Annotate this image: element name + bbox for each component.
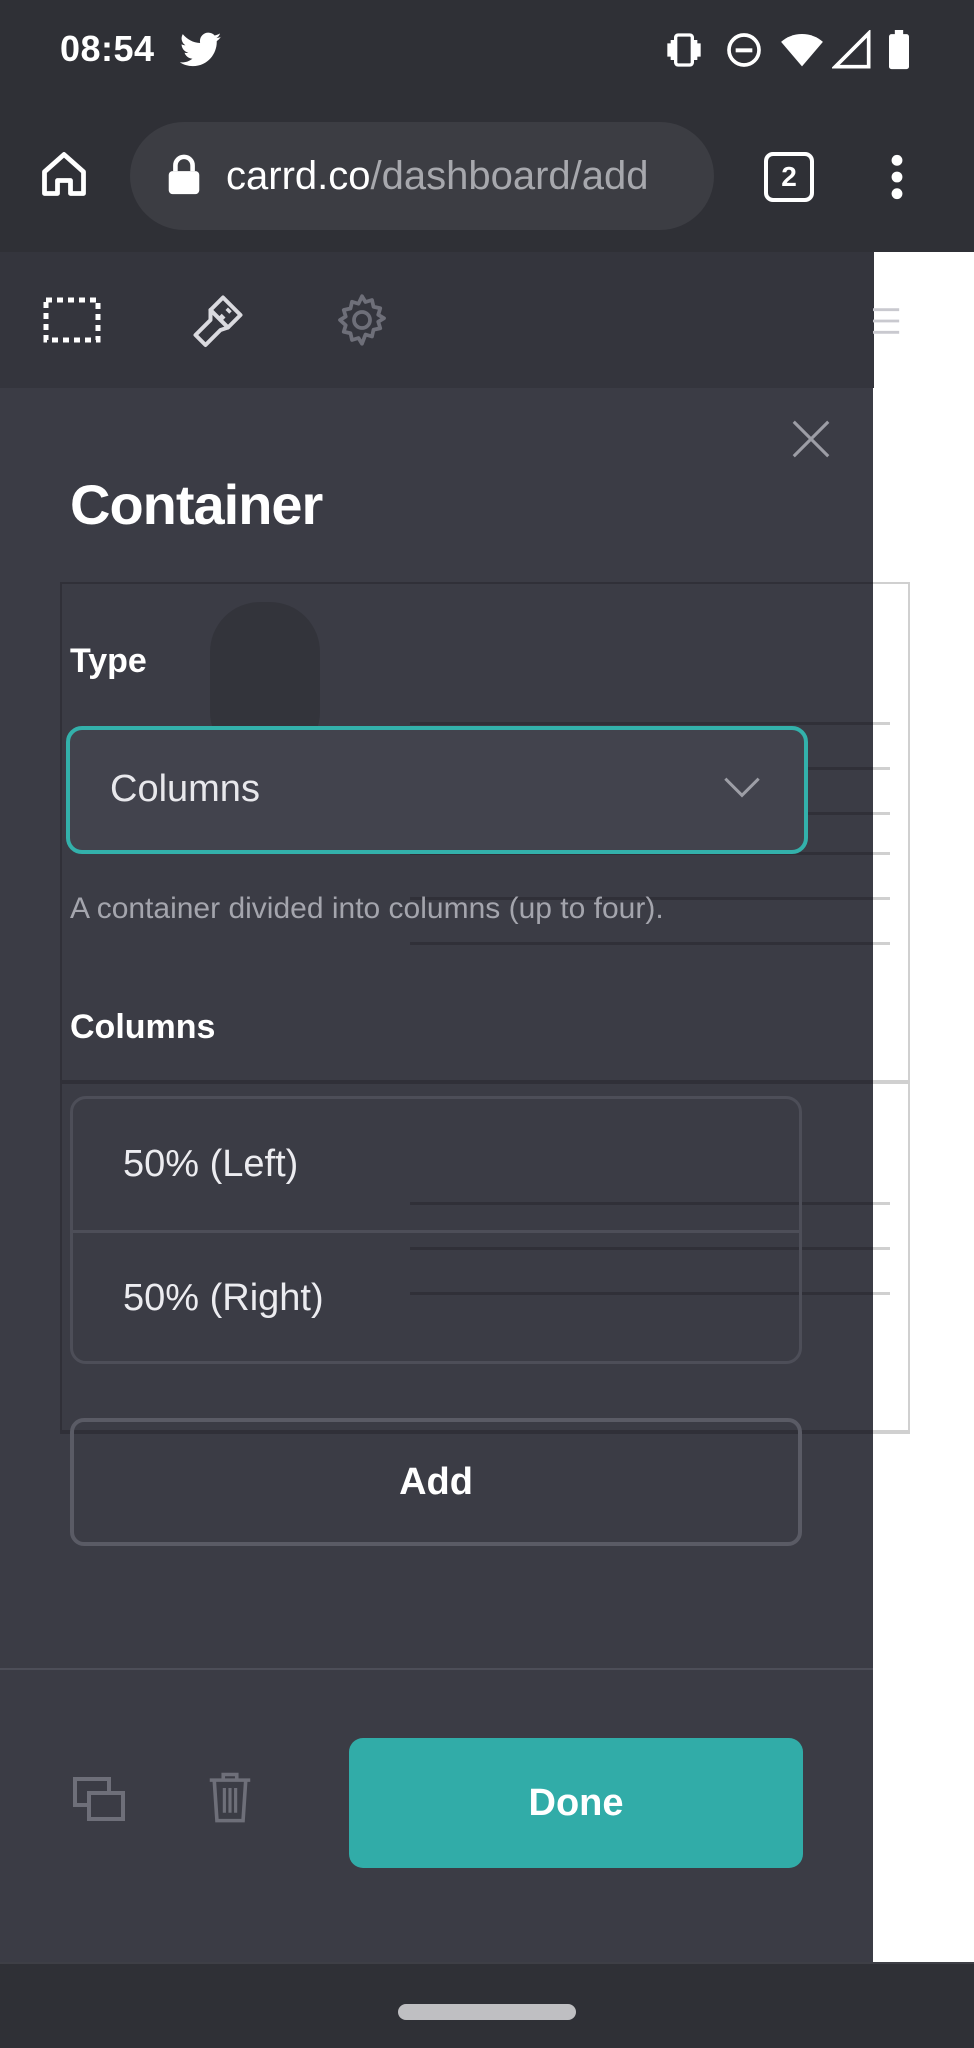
brush-icon <box>193 295 243 347</box>
twitter-icon <box>180 32 222 67</box>
footer-divider <box>0 1668 873 1670</box>
url-bar[interactable]: carrd.co/dashboard/add <box>130 122 714 230</box>
column-item[interactable]: 50% (Right) <box>73 1233 799 1364</box>
type-label: Type <box>70 642 147 680</box>
done-button[interactable]: Done <box>349 1738 803 1868</box>
battery-icon <box>889 30 909 70</box>
select-icon <box>43 297 101 343</box>
url-domain: carrd.co <box>226 154 371 198</box>
vibrate-icon <box>667 33 701 67</box>
add-column-button[interactable]: Add <box>70 1418 802 1546</box>
trash-icon[interactable] <box>206 1770 254 1824</box>
columns-label: Columns <box>70 1008 216 1046</box>
home-gesture-handle[interactable] <box>398 2004 576 2020</box>
lock-icon <box>168 154 200 195</box>
gear-icon <box>338 294 386 346</box>
do-not-disturb-icon <box>727 33 761 67</box>
style-tool-button[interactable] <box>168 270 268 370</box>
container-panel: Container Type Columns A container divid… <box>0 252 910 1962</box>
url-path: /dashboard/add <box>370 154 649 198</box>
chevron-down-icon <box>724 777 760 798</box>
column-item[interactable]: 50% (Left) <box>73 1099 799 1230</box>
type-help-text: A container divided into columns (up to … <box>70 892 664 925</box>
panel-toolbar <box>0 252 873 388</box>
columns-list: 50% (Left) 50% (Right) <box>70 1096 802 1364</box>
url-text: carrd.co/dashboard/add <box>226 154 649 199</box>
wifi-icon <box>781 34 823 67</box>
status-time: 08:54 <box>60 28 155 69</box>
column-label: 50% (Right) <box>123 1277 324 1319</box>
panel-title: Container <box>70 473 323 536</box>
column-label: 50% (Left) <box>123 1143 299 1185</box>
system-nav-bar <box>0 1962 974 2048</box>
settings-tool-button[interactable] <box>312 270 412 370</box>
signal-icon <box>832 30 871 69</box>
tab-count: 2 <box>781 161 797 192</box>
select-tool-button[interactable] <box>22 270 122 370</box>
duplicate-icon[interactable] <box>72 1776 128 1824</box>
close-icon[interactable] <box>788 416 834 462</box>
type-select-value: Columns <box>110 768 260 810</box>
tab-count-button[interactable]: 2 <box>764 152 814 202</box>
browser-toolbar: carrd.co/dashboard/add 2 <box>0 102 974 252</box>
menu-icon[interactable] <box>868 304 902 338</box>
more-icon[interactable] <box>880 152 914 202</box>
home-icon[interactable] <box>38 148 90 200</box>
status-bar: 08:54 <box>0 0 974 102</box>
type-select[interactable]: Columns <box>66 726 808 854</box>
